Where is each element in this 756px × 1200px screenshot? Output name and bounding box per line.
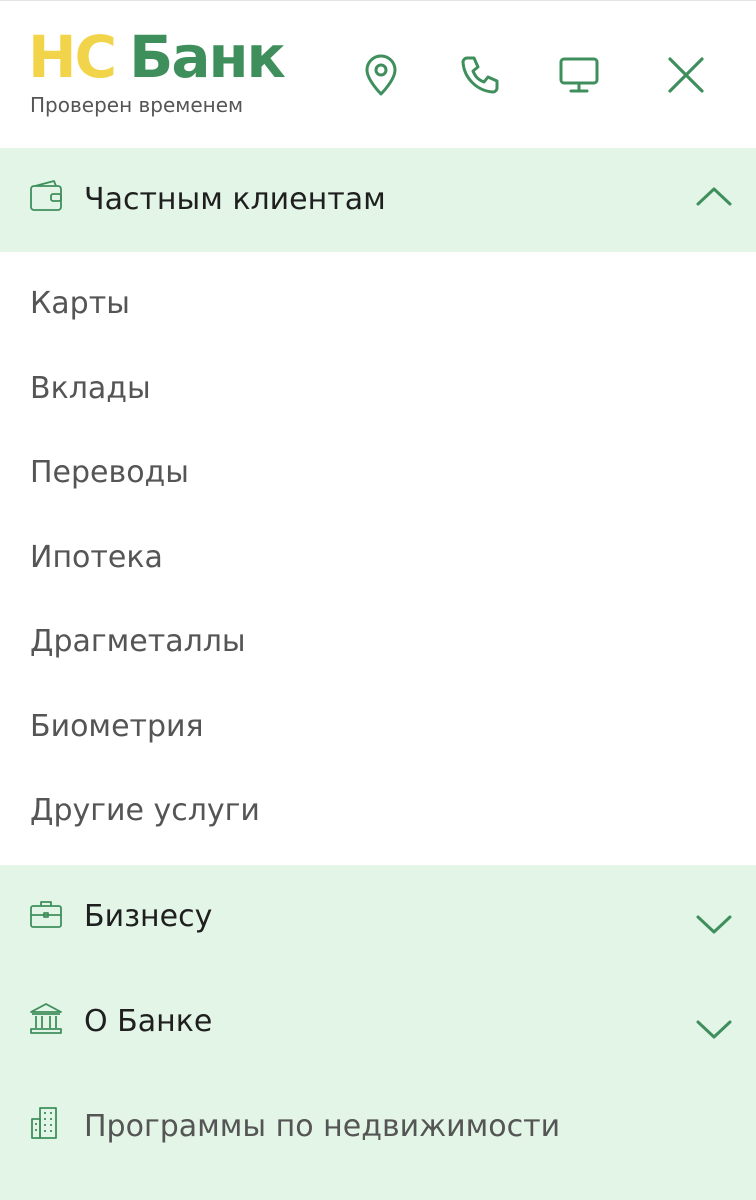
section-private: Частным клиентам [0,148,756,252]
monitor-icon [559,57,599,93]
submenu-item-deposits[interactable]: Вклады [30,371,151,406]
location-button[interactable] [357,51,405,99]
section-about-label: О Банке [84,1004,213,1039]
chevron-down-icon[interactable] [692,909,736,939]
online-bank-button[interactable] [555,51,603,99]
bank-building-icon [28,1000,64,1036]
tagline: Проверен временем [30,93,244,117]
section-private-label: Частным клиентам [84,182,386,217]
logo-bank: Банк [129,23,286,91]
wallet-icon [28,178,64,214]
lower-sections: Бизнесу О Банке Программы по недвижимост… [0,865,756,1200]
chevron-down-icon[interactable] [692,1014,736,1044]
logo[interactable]: НС Банк [28,23,286,91]
close-icon [668,57,704,93]
section-about[interactable]: О Банке [0,970,756,1075]
section-private-header[interactable]: Частным клиентам [0,148,756,253]
building-icon [28,1105,64,1141]
section-realty[interactable]: Программы по недвижимости [0,1075,756,1180]
chevron-up-icon[interactable] [692,182,736,212]
submenu-item-transfers[interactable]: Переводы [30,455,189,490]
section-realty-label: Программы по недвижимости [84,1109,561,1144]
location-pin-icon [365,54,397,96]
submenu-item-cards[interactable]: Карты [30,286,130,321]
submenu-item-mortgage[interactable]: Ипотека [30,540,163,575]
close-button[interactable] [662,51,710,99]
submenu-item-biometrics[interactable]: Биометрия [30,709,204,744]
header: НС Банк Проверен временем [0,0,756,148]
logo-ns: НС [28,23,117,91]
section-business-label: Бизнесу [84,899,213,934]
phone-button[interactable] [456,51,504,99]
private-submenu: Карты Вклады Переводы Ипотека Драгметалл… [0,252,756,865]
section-business[interactable]: Бизнесу [0,865,756,970]
submenu-item-metals[interactable]: Драгметаллы [30,624,246,659]
submenu-item-other[interactable]: Другие услуги [30,793,260,828]
briefcase-icon [28,896,64,932]
phone-icon [461,56,499,94]
